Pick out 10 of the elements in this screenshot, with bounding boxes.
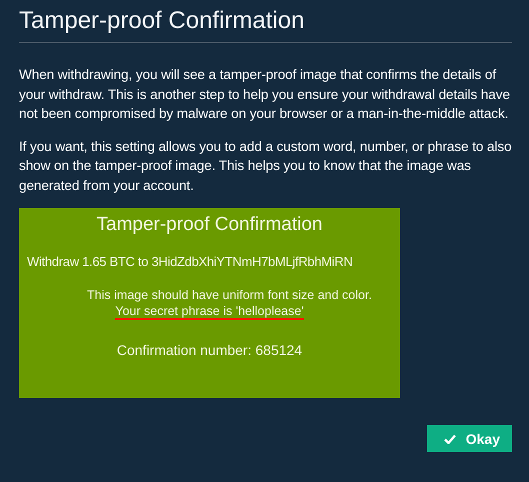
confirmation-number: Confirmation number: 685124: [116, 342, 302, 358]
okay-button[interactable]: Okay: [426, 425, 512, 452]
secret-phrase-text: Your secret phrase is 'helloplease': [115, 304, 304, 320]
paragraph: When withdrawing, you will see a tamper-proof image that confirms the details of your withdraw. This is another step to help you ensure your withdrawal details have not been compromised by malware on your browser or a man-in-the-middle attack.: [19, 66, 511, 123]
withdraw-text: Withdraw 1.65 BTC to 3HidZdbXhiYTNmH7bMLjfRbhMiRN: [26, 254, 353, 269]
notice-text: This image should have uniform font size and color.: [86, 288, 372, 302]
paragraph: If you want, this setting allows you to add a custom word, number, or phrase to also show on the tamper-proof image. This helps you to know that the image was generated from your account.: [19, 138, 512, 195]
dialog-title: Tamper-proof Confirmation: [19, 6, 306, 36]
checkmark-icon: [444, 434, 456, 444]
image-title: Tamper-proof Confirmation: [96, 214, 322, 236]
